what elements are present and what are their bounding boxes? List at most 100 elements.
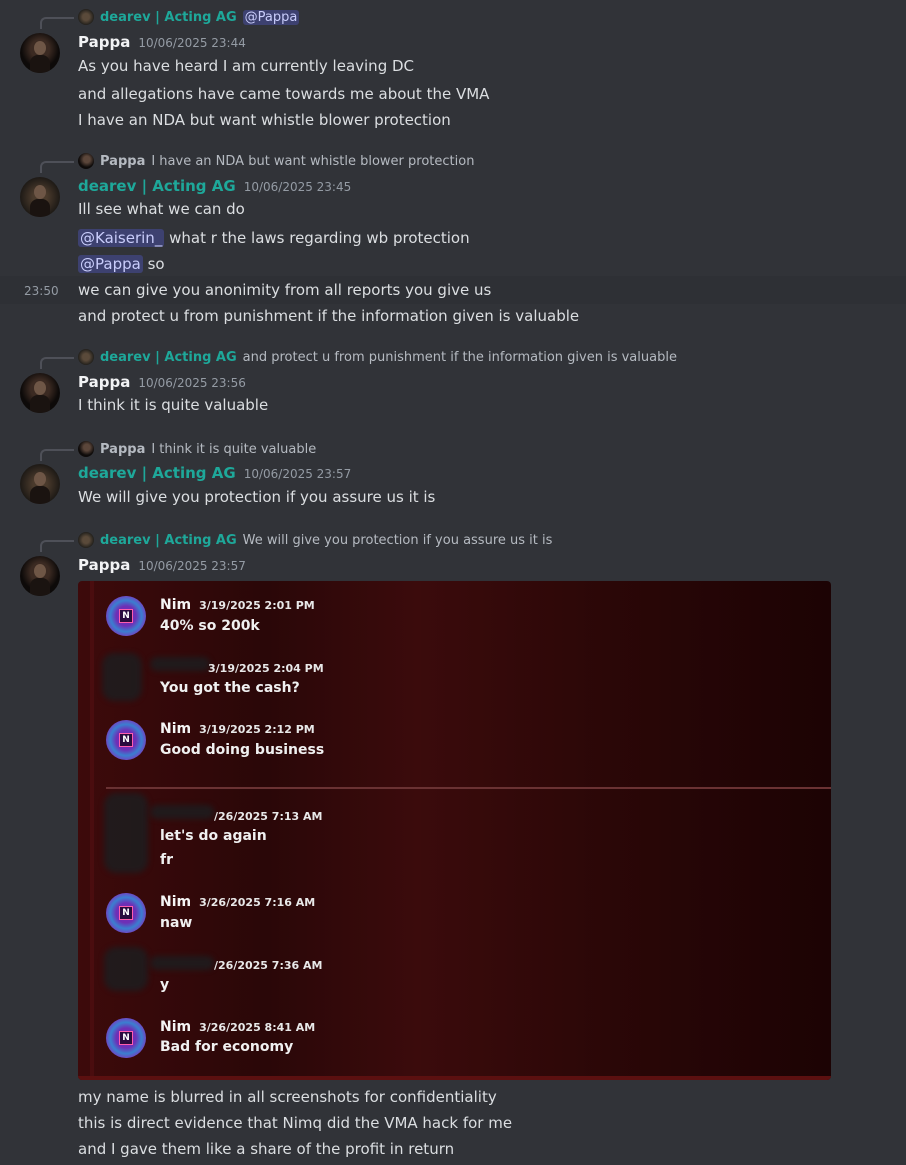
message-text: We will give you protection if you assur… (78, 488, 436, 506)
user-mention[interactable]: @Kaiserin_ (78, 229, 165, 247)
nim-avatar: N (106, 720, 146, 760)
message-text: @Kaiserin_ what r the laws regarding wb … (78, 229, 470, 247)
reply-username[interactable]: dearev | Acting AG (100, 10, 237, 25)
nim-logo-icon: N (119, 1031, 133, 1045)
reply-text[interactable]: I think it is quite valuable (151, 442, 316, 457)
hover-timestamp: 23:50 (24, 284, 59, 298)
embed-timestamp: 3/26/2025 7:16 AM (199, 896, 316, 909)
avatar[interactable] (20, 373, 60, 413)
username[interactable]: Pappa (78, 373, 130, 391)
reply-username[interactable]: Pappa (100, 154, 145, 169)
embed-message-header: Nim 3/19/2025 2:12 PM (160, 721, 315, 737)
nim-avatar: N (106, 596, 146, 636)
message-text: @Pappa so (78, 255, 165, 273)
embed-username: Nim (160, 597, 192, 613)
embed-message-text: 40% so 200k (160, 618, 260, 634)
reply-preview[interactable]: Pappa I think it is quite valuable (78, 441, 316, 457)
embed-username: Nim (160, 1019, 192, 1035)
blurred-username (150, 956, 214, 970)
reply-avatar (78, 153, 94, 169)
reply-text[interactable]: and protect u from punishment if the inf… (243, 350, 677, 365)
message-text: and I gave them like a share of the prof… (78, 1140, 455, 1158)
embed-timestamp: 3/26/2025 8:41 AM (199, 1021, 316, 1034)
reply-username[interactable]: dearev | Acting AG (100, 350, 237, 365)
reply-avatar (78, 532, 94, 548)
embed-message-text: y (160, 977, 170, 993)
embed-message-text: Good doing business (160, 742, 325, 758)
message-text: I have an NDA but want whistle blower pr… (78, 111, 451, 129)
nim-avatar: N (106, 1018, 146, 1058)
timestamp: 10/06/2025 23:57 (138, 559, 246, 573)
embed-username: Nim (160, 894, 192, 910)
reply-preview[interactable]: dearev | Acting AG and protect u from pu… (78, 349, 677, 365)
embed-timestamp: /26/2025 7:13 AM (214, 810, 323, 823)
message-header: dearev | Acting AG 10/06/2025 23:57 (78, 464, 351, 482)
timestamp: 10/06/2025 23:44 (138, 36, 246, 50)
blurred-avatar (104, 947, 148, 991)
message-text: this is direct evidence that Nimq did th… (78, 1114, 513, 1132)
embed-message-text: naw (160, 915, 193, 931)
embed-timestamp: 3/19/2025 2:01 PM (199, 599, 315, 612)
reply-preview[interactable]: dearev | Acting AG @Pappa (78, 9, 300, 25)
timestamp: 10/06/2025 23:45 (243, 180, 352, 194)
reply-username[interactable]: Pappa (100, 442, 145, 457)
message-text: Ill see what we can do (78, 200, 245, 218)
embed-message-header: Nim 3/19/2025 2:01 PM (160, 597, 315, 613)
nim-logo-icon: N (119, 906, 133, 920)
message-text: and protect u from punishment if the inf… (78, 307, 580, 325)
embed-bottom-edge (78, 1076, 831, 1080)
message-text: As you have heard I am currently leaving… (78, 57, 415, 75)
reply-text[interactable]: I have an NDA but want whistle blower pr… (151, 154, 474, 169)
date-divider (106, 787, 831, 789)
embed-message-header: Nim 3/26/2025 8:41 AM (160, 1019, 315, 1035)
avatar[interactable] (20, 33, 60, 73)
avatar[interactable] (20, 464, 60, 504)
message-text: we can give you anonimity from all repor… (78, 281, 492, 299)
embed-message-text: You got the cash? (160, 680, 300, 696)
reply-connector (40, 161, 74, 173)
message-text-part: what r the laws regarding wb protection (164, 229, 470, 247)
reply-avatar (78, 349, 94, 365)
reply-connector (40, 449, 74, 461)
username[interactable]: dearev | Acting AG (78, 464, 236, 482)
blurred-avatar (102, 653, 142, 701)
nim-logo-icon: N (119, 609, 133, 623)
embed-timestamp: /26/2025 7:36 AM (214, 959, 323, 972)
reply-mention[interactable]: @Pappa (242, 9, 300, 25)
message-text: I think it is quite valuable (78, 396, 269, 414)
username[interactable]: Pappa (78, 556, 130, 574)
message-header: Pappa 10/06/2025 23:57 (78, 556, 246, 574)
embed-stripe (90, 581, 94, 1080)
reply-text[interactable]: We will give you protection if you assur… (243, 533, 553, 548)
blurred-username (150, 657, 210, 671)
username[interactable]: dearev | Acting AG (78, 177, 236, 195)
nim-avatar: N (106, 893, 146, 933)
image-attachment[interactable]: N Nim 3/19/2025 2:01 PM 40% so 200k 3/19… (78, 581, 831, 1080)
reply-username[interactable]: dearev | Acting AG (100, 533, 237, 548)
embed-message-text: Bad for economy (160, 1039, 294, 1055)
user-mention[interactable]: @Pappa (78, 255, 143, 273)
message-text: and allegations have came towards me abo… (78, 85, 490, 103)
embed-timestamp: 3/19/2025 2:04 PM (208, 662, 324, 675)
message-header: Pappa 10/06/2025 23:56 (78, 373, 246, 391)
reply-preview[interactable]: Pappa I have an NDA but want whistle blo… (78, 153, 474, 169)
message-text: my name is blurred in all screenshots fo… (78, 1088, 497, 1106)
embed-message-text: let's do again (160, 828, 267, 844)
avatar[interactable] (20, 177, 60, 217)
nim-logo-icon: N (119, 733, 133, 747)
reply-connector (40, 17, 74, 29)
reply-avatar (78, 441, 94, 457)
avatar[interactable] (20, 556, 60, 596)
embed-message-text: fr (160, 852, 173, 868)
reply-connector (40, 540, 74, 552)
message-text-part: so (142, 255, 165, 273)
username[interactable]: Pappa (78, 33, 130, 51)
reply-avatar (78, 9, 94, 25)
message-header: dearev | Acting AG 10/06/2025 23:45 (78, 177, 351, 195)
timestamp: 10/06/2025 23:57 (243, 467, 352, 481)
embed-message-header: Nim 3/26/2025 7:16 AM (160, 894, 315, 910)
message-header: Pappa 10/06/2025 23:44 (78, 33, 246, 51)
embed-username: Nim (160, 721, 192, 737)
blurred-username (150, 805, 214, 819)
reply-preview[interactable]: dearev | Acting AG We will give you prot… (78, 532, 552, 548)
